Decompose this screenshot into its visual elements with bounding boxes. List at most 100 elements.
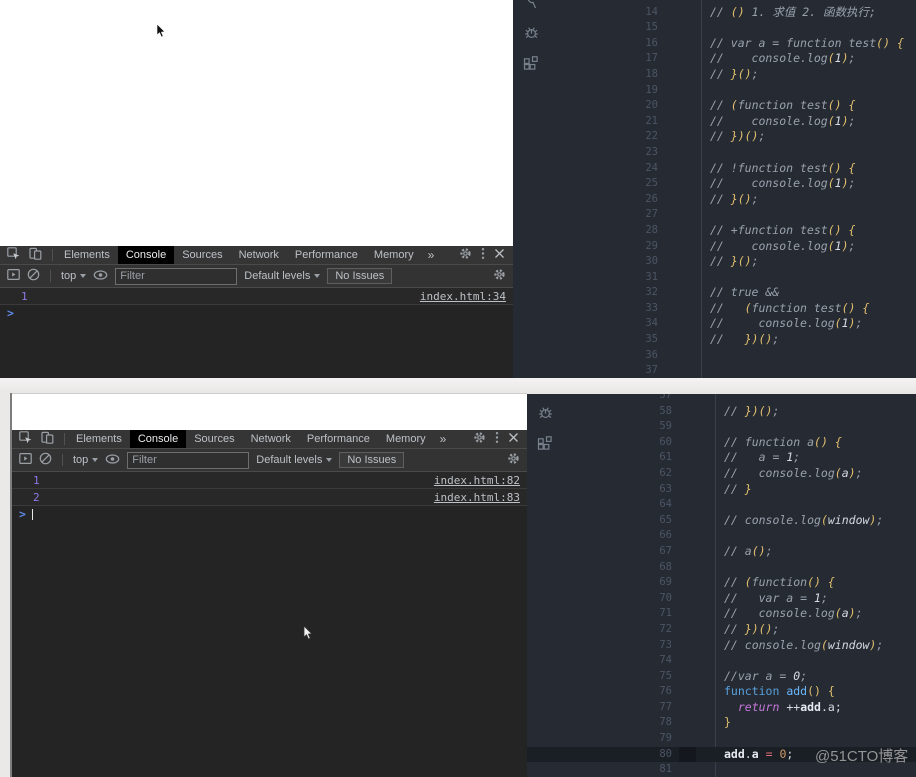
- console-prompt-row[interactable]: >: [0, 305, 513, 321]
- code-line[interactable]: 32 // true &&: [513, 285, 916, 301]
- code-line[interactable]: 25 // console.log(1);: [513, 176, 916, 192]
- tab-network[interactable]: Network: [243, 430, 299, 448]
- toggle-device-toolbar-icon[interactable]: [29, 247, 42, 263]
- code-line[interactable]: 73 // console.log(window);: [527, 638, 916, 654]
- no-issues-badge[interactable]: No Issues: [339, 452, 405, 468]
- tab-sources[interactable]: Sources: [174, 246, 230, 264]
- tab-console[interactable]: Console: [117, 246, 175, 264]
- levels-label: Default levels: [244, 270, 311, 282]
- context-selector[interactable]: top: [61, 270, 87, 282]
- inspect-element-icon[interactable]: [7, 247, 20, 263]
- tab-memory[interactable]: Memory: [378, 430, 434, 448]
- code-line[interactable]: 27: [513, 207, 916, 223]
- code-line[interactable]: 36: [513, 348, 916, 364]
- code-line[interactable]: 65 // console.log(window);: [527, 513, 916, 529]
- code-line[interactable]: 30 // }();: [513, 254, 916, 270]
- code-line[interactable]: 66: [527, 528, 916, 544]
- clear-console-icon[interactable]: [27, 268, 40, 284]
- log-levels-dropdown[interactable]: Default levels: [244, 270, 321, 282]
- filter-input[interactable]: [115, 267, 238, 285]
- code-line[interactable]: 17 // console.log(1);: [513, 51, 916, 67]
- code-line[interactable]: 77 return ++add.a;: [527, 700, 916, 716]
- console-empty-area[interactable]: [12, 522, 527, 777]
- code-line[interactable]: 37: [513, 363, 916, 378]
- code-line[interactable]: 70 // var a = 1;: [527, 591, 916, 607]
- more-tabs-icon[interactable]: »: [434, 432, 453, 446]
- code-line[interactable]: 64: [527, 497, 916, 513]
- console-sidebar-icon[interactable]: [19, 452, 32, 468]
- live-expression-icon[interactable]: [93, 269, 108, 284]
- code-editor-bottom[interactable]: 57 58 // })(); 59 60 // function a() {61 // a …: [527, 393, 916, 777]
- code-line[interactable]: 60 // function a() {: [527, 435, 916, 451]
- code-line[interactable]: 24 // !function test() {: [513, 161, 916, 177]
- line-number: 30: [645, 255, 658, 268]
- console-settings-icon[interactable]: [493, 268, 506, 284]
- tab-elements[interactable]: Elements: [56, 246, 118, 264]
- console-empty-area[interactable]: [0, 321, 513, 378]
- tab-performance[interactable]: Performance: [287, 246, 366, 264]
- log-source-link[interactable]: index.html:83: [434, 491, 527, 504]
- code-line[interactable]: 22 // })();: [513, 129, 916, 145]
- close-icon[interactable]: [494, 248, 505, 262]
- code-line[interactable]: 19: [513, 83, 916, 99]
- chevron-down-icon: [326, 458, 333, 462]
- settings-icon[interactable]: [473, 431, 486, 447]
- code-line[interactable]: 71 // console.log(a);: [527, 606, 916, 622]
- code-line[interactable]: 14 // () 1. 求值 2. 函数执行;: [513, 5, 916, 21]
- no-issues-badge[interactable]: No Issues: [327, 268, 393, 284]
- code-line[interactable]: 67 // a();: [527, 544, 916, 560]
- code-line[interactable]: 62 // console.log(a);: [527, 466, 916, 482]
- console-settings-icon[interactable]: [507, 452, 520, 468]
- tab-console[interactable]: Console: [129, 430, 187, 448]
- code-line[interactable]: 69 // (function() {: [527, 575, 916, 591]
- log-source-link[interactable]: index.html:82: [434, 474, 527, 487]
- toggle-device-toolbar-icon[interactable]: [41, 431, 54, 447]
- console-prompt-row[interactable]: >: [12, 506, 527, 522]
- code-line[interactable]: 16 // var a = function test() {: [513, 36, 916, 52]
- inspect-element-icon[interactable]: [19, 431, 32, 447]
- code-line[interactable]: 58 // })();: [527, 404, 916, 420]
- code-line[interactable]: 57: [527, 393, 916, 404]
- code-line[interactable]: 23: [513, 145, 916, 161]
- code-line[interactable]: 15: [513, 20, 916, 36]
- menu-icon[interactable]: [495, 431, 499, 447]
- code-line[interactable]: 33 // (function test() {: [513, 301, 916, 317]
- code-line[interactable]: 59: [527, 419, 916, 435]
- clear-console-icon[interactable]: [39, 452, 52, 468]
- log-source-link[interactable]: index.html:34: [420, 290, 513, 303]
- tab-memory[interactable]: Memory: [366, 246, 422, 264]
- code-line[interactable]: 63 // }: [527, 482, 916, 498]
- tab-elements[interactable]: Elements: [68, 430, 130, 448]
- live-expression-icon[interactable]: [105, 453, 120, 468]
- tab-performance[interactable]: Performance: [299, 430, 378, 448]
- line-number: 28: [645, 223, 658, 236]
- code-line[interactable]: 78}: [527, 715, 916, 731]
- code-line[interactable]: 35 // })();: [513, 332, 916, 348]
- code-line[interactable]: 21 // console.log(1);: [513, 114, 916, 130]
- code-line[interactable]: 18 // }();: [513, 67, 916, 83]
- log-levels-dropdown[interactable]: Default levels: [256, 454, 333, 466]
- menu-icon[interactable]: [481, 247, 485, 263]
- code-line[interactable]: 31: [513, 270, 916, 286]
- code-line[interactable]: 61 // a = 1;: [527, 450, 916, 466]
- close-icon[interactable]: [508, 432, 519, 446]
- settings-icon[interactable]: [459, 247, 472, 263]
- code-line[interactable]: 68: [527, 560, 916, 576]
- line-number: 66: [659, 529, 672, 542]
- tab-network[interactable]: Network: [231, 246, 287, 264]
- code-line[interactable]: 26 // }();: [513, 192, 916, 208]
- context-selector[interactable]: top: [73, 454, 99, 466]
- code-line[interactable]: 72 // })();: [527, 622, 916, 638]
- code-line[interactable]: 29 // console.log(1);: [513, 239, 916, 255]
- code-line[interactable]: 76 function add() {: [527, 684, 916, 700]
- code-line[interactable]: 34 // console.log(1);: [513, 316, 916, 332]
- code-line[interactable]: 75 //var a = 0;: [527, 669, 916, 685]
- code-line[interactable]: 28 // +function test() {: [513, 223, 916, 239]
- code-editor-top[interactable]: 1314// () 1. 求值 2. 函数执行;1516// var a = f…: [513, 0, 916, 378]
- console-sidebar-icon[interactable]: [7, 268, 20, 284]
- tab-sources[interactable]: Sources: [186, 430, 242, 448]
- filter-input[interactable]: [127, 451, 250, 469]
- code-line[interactable]: 20 // (function test() {: [513, 98, 916, 114]
- more-tabs-icon[interactable]: »: [422, 248, 441, 262]
- code-line[interactable]: 74: [527, 653, 916, 669]
